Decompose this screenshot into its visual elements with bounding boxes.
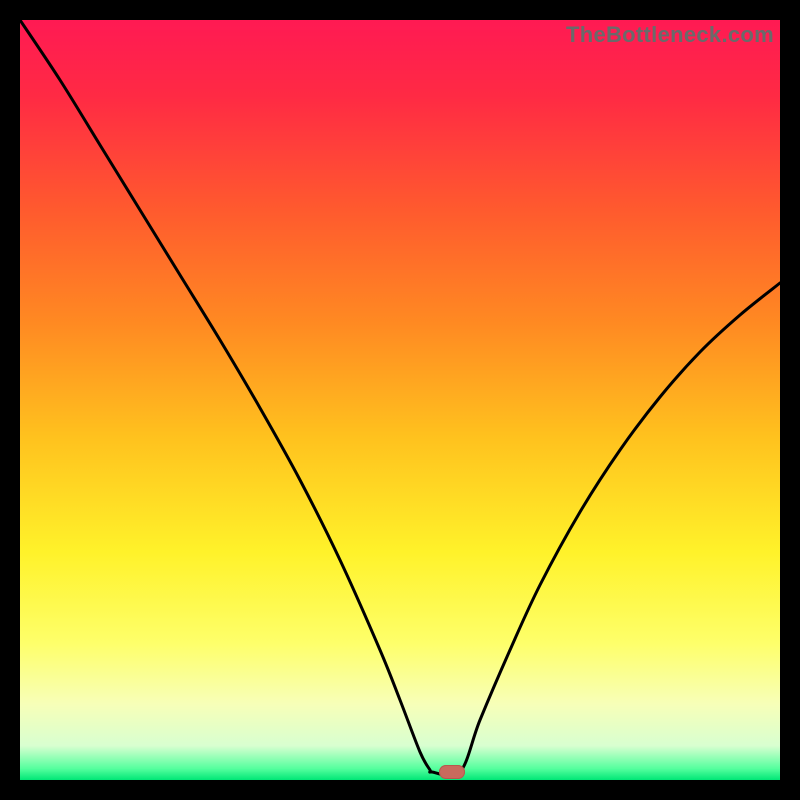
plot-area: TheBottleneck.com (20, 20, 780, 780)
bottleneck-curve (20, 20, 780, 780)
optimal-point-marker (439, 765, 465, 779)
chart-frame: TheBottleneck.com (0, 0, 800, 800)
